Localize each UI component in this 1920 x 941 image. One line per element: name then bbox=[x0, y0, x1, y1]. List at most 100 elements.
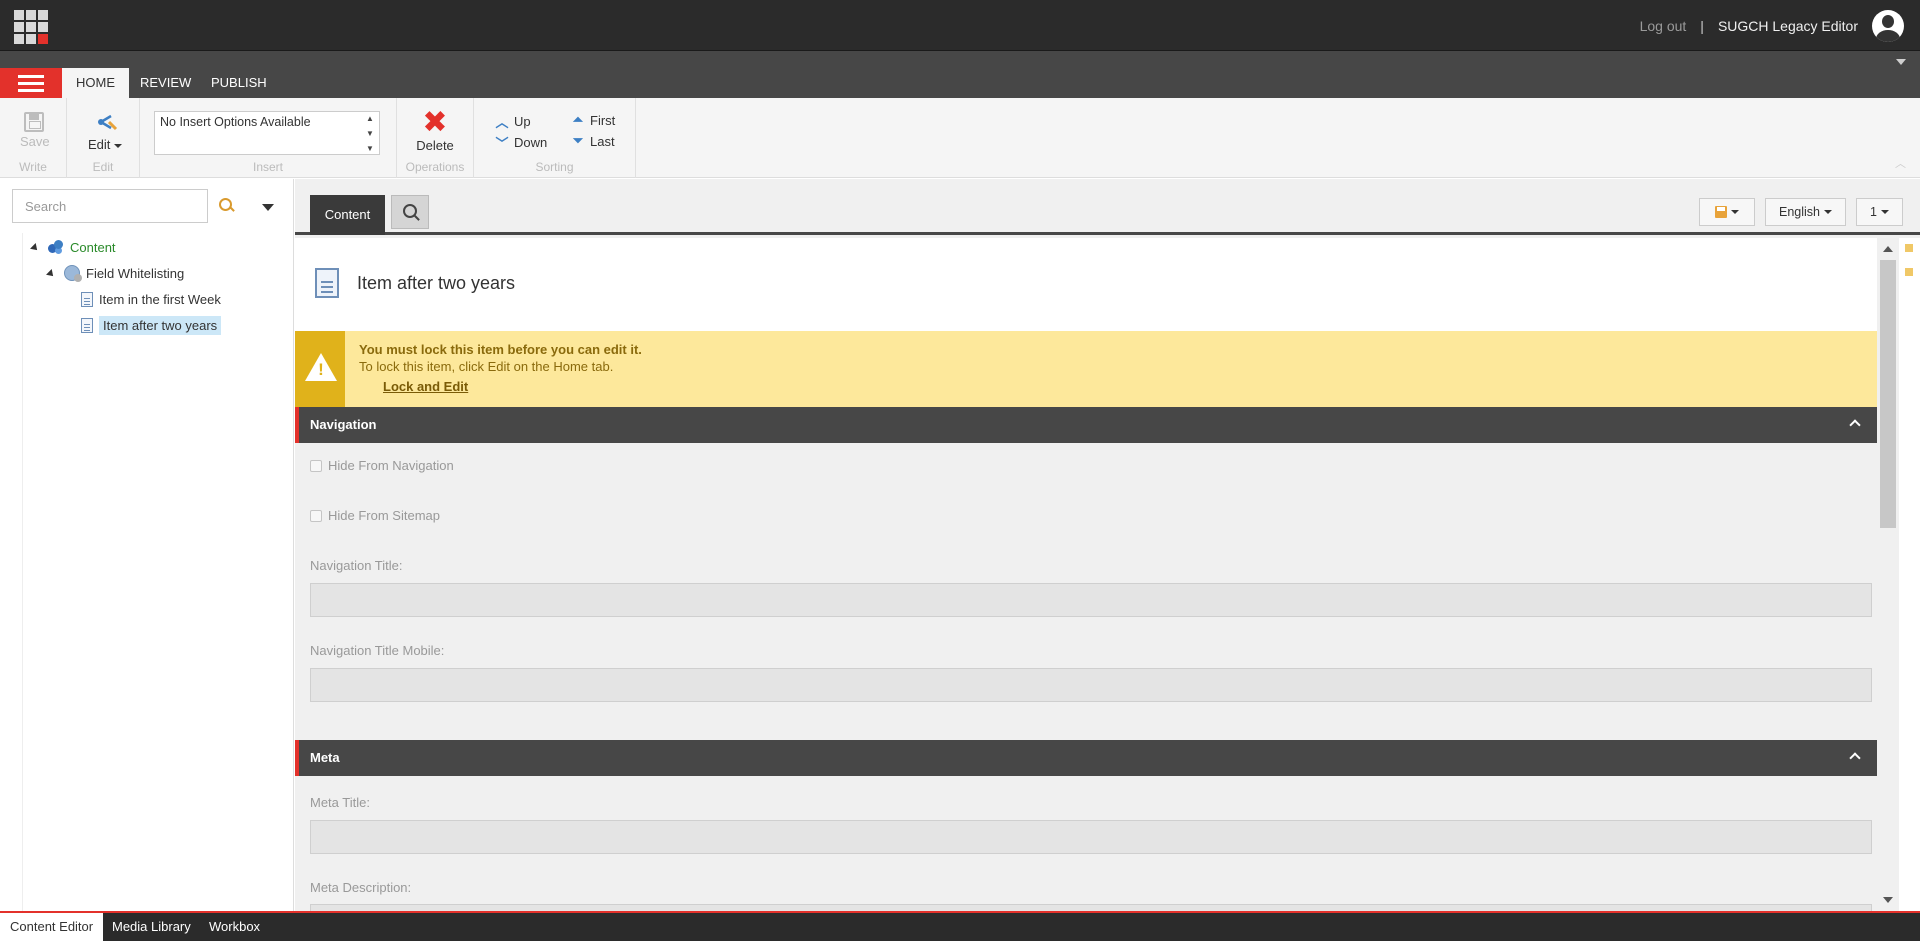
delete-button[interactable]: ✖ Delete bbox=[411, 106, 459, 154]
navigation-title-input[interactable] bbox=[310, 583, 1872, 617]
tree-node-label: Content bbox=[70, 239, 116, 255]
ribbon-group-sorting: ︿ Up ﹀ Down ⏶ First ⏷ Last Sorting bbox=[474, 98, 636, 178]
section-title: Meta bbox=[310, 750, 340, 765]
task-workbox[interactable]: Workbox bbox=[199, 913, 270, 941]
ribbon-group-operations: ✖ Delete Operations bbox=[397, 98, 474, 178]
document-icon bbox=[81, 291, 93, 307]
delete-icon: ✖ bbox=[422, 106, 448, 139]
warning-bar: ! bbox=[295, 331, 345, 407]
version-dropdown[interactable]: 1 bbox=[1856, 198, 1903, 226]
section-title: Navigation bbox=[310, 417, 377, 432]
content-editor: Content English 1 Item after two years !… bbox=[295, 179, 1920, 911]
expander-icon[interactable] bbox=[46, 269, 56, 279]
edit-label: Edit bbox=[85, 137, 125, 152]
tab-review[interactable]: REVIEW bbox=[126, 68, 205, 98]
operations-group-label: Operations bbox=[405, 160, 465, 174]
chevron-up-icon[interactable] bbox=[1849, 417, 1861, 429]
language-dropdown[interactable]: English bbox=[1765, 198, 1846, 226]
ribbon: Save Write Edit Edit No Insert Options A… bbox=[0, 98, 1920, 178]
version-label: 1 bbox=[1870, 205, 1877, 219]
item-header: Item after two years bbox=[295, 238, 1877, 331]
edit-button[interactable]: Edit bbox=[85, 112, 125, 152]
hide-from-navigation-field[interactable]: Hide From Navigation bbox=[310, 458, 454, 473]
ribbon-collapse-icon[interactable]: ︿ bbox=[1895, 155, 1906, 171]
scroll-down-icon[interactable] bbox=[1883, 897, 1893, 903]
lock-and-edit-link[interactable]: Lock and Edit bbox=[383, 379, 468, 394]
tree-node-label: Field Whitelisting bbox=[86, 265, 185, 281]
meta-title-label: Meta Title: bbox=[310, 795, 370, 810]
username: SUGCH Legacy Editor bbox=[1717, 17, 1858, 34]
meta-title-input[interactable] bbox=[310, 820, 1872, 854]
hide-from-sitemap-checkbox[interactable] bbox=[310, 509, 322, 522]
sort-first-button[interactable]: ⏶ First bbox=[571, 112, 615, 128]
top-bar: Log out | SUGCH Legacy Editor bbox=[0, 0, 1920, 51]
content-icon bbox=[48, 239, 64, 255]
sort-down-label: Down bbox=[514, 135, 548, 150]
tree-node-item-first-week[interactable]: Item in the first Week bbox=[81, 288, 221, 310]
avatar-icon[interactable] bbox=[1872, 9, 1904, 42]
chevron-up-icon: ︿ bbox=[495, 115, 509, 130]
task-content-editor[interactable]: Content Editor bbox=[0, 913, 104, 941]
tree-node-item-after-two-years[interactable]: Item after two years bbox=[77, 314, 222, 336]
checkbox-label: Hide From Sitemap bbox=[328, 508, 440, 523]
scroll-more-icon[interactable]: ▼ bbox=[366, 145, 374, 153]
tree-node-label: Item after two years bbox=[99, 315, 222, 335]
sort-up-label: Up bbox=[514, 114, 531, 129]
tree-divider bbox=[22, 233, 23, 911]
sort-up-button[interactable]: ︿ Up bbox=[495, 112, 531, 131]
ribbon-group-insert: No Insert Options Available ▲ ▼ ▼ Insert bbox=[140, 98, 397, 178]
tab-content[interactable]: Content bbox=[310, 195, 385, 235]
expander-icon[interactable] bbox=[30, 243, 40, 253]
scroll-up-icon[interactable]: ▲ bbox=[366, 115, 374, 123]
content-tree-panel: Content Field Whitelisting Item in the f… bbox=[0, 179, 294, 911]
validation-marker[interactable] bbox=[1905, 268, 1913, 276]
tree-node-content[interactable]: Content bbox=[48, 236, 116, 258]
save-label: Save bbox=[20, 134, 50, 149]
insert-scroll[interactable]: ▲ ▼ ▼ bbox=[365, 115, 375, 153]
sort-last-button[interactable]: ⏷ Last bbox=[571, 133, 615, 149]
editor-body: Item after two years ! You must lock thi… bbox=[295, 238, 1877, 911]
tab-publish[interactable]: PUBLISH bbox=[197, 68, 281, 98]
insert-group-label: Insert bbox=[252, 160, 283, 174]
menu-icon[interactable] bbox=[0, 68, 62, 98]
sorting-group-label: Sorting bbox=[535, 160, 574, 174]
save-button[interactable]: Save bbox=[20, 112, 50, 149]
validation-gutter bbox=[1899, 238, 1920, 911]
navigation-title-mobile-label: Navigation Title Mobile: bbox=[310, 643, 445, 658]
document-icon bbox=[315, 268, 339, 298]
editor-search-icon[interactable] bbox=[391, 195, 429, 229]
section-meta-header[interactable]: Meta bbox=[295, 740, 1877, 776]
section-navigation-header[interactable]: Navigation bbox=[295, 407, 1877, 443]
lock-warning: ! You must lock this item before you can… bbox=[295, 331, 1877, 407]
hide-from-sitemap-field[interactable]: Hide From Sitemap bbox=[310, 508, 440, 523]
ribbon-toggle-icon[interactable] bbox=[1896, 59, 1906, 65]
chevron-up-icon[interactable] bbox=[1849, 750, 1861, 762]
sort-last-label: Last bbox=[590, 133, 615, 149]
scroll-down-icon[interactable]: ▼ bbox=[366, 130, 374, 138]
warning-title: You must lock this item before you can e… bbox=[359, 342, 642, 357]
hide-from-navigation-checkbox[interactable] bbox=[310, 459, 322, 472]
scroll-thumb[interactable] bbox=[1880, 260, 1896, 528]
editor-scrollbar[interactable] bbox=[1877, 238, 1899, 911]
tree-search bbox=[12, 189, 208, 223]
ribbon-tab-row: HOME REVIEW PUBLISH bbox=[0, 51, 1920, 98]
validation-marker[interactable] bbox=[1905, 244, 1913, 252]
tab-home[interactable]: HOME bbox=[62, 68, 129, 98]
sort-first-label: First bbox=[590, 112, 616, 128]
search-options-dropdown-icon[interactable] bbox=[262, 204, 274, 211]
version-menu-button[interactable] bbox=[1699, 198, 1755, 226]
navigation-title-mobile-input[interactable] bbox=[310, 668, 1872, 702]
globe-icon bbox=[64, 265, 82, 282]
launchpad-icon[interactable] bbox=[14, 10, 48, 44]
insert-options-list[interactable]: No Insert Options Available ▲ ▼ ▼ bbox=[154, 111, 380, 155]
tree-search-input[interactable] bbox=[13, 190, 207, 222]
scroll-up-icon[interactable] bbox=[1883, 246, 1893, 252]
task-media-library[interactable]: Media Library bbox=[102, 913, 201, 941]
tree-node-field-whitelisting[interactable]: Field Whitelisting bbox=[64, 262, 184, 284]
search-icon[interactable] bbox=[218, 197, 236, 215]
ribbon-group-write: Save Write bbox=[0, 98, 67, 178]
logout-link[interactable]: Log out bbox=[1640, 18, 1687, 34]
item-title: Item after two years bbox=[357, 273, 516, 293]
meta-description-input[interactable] bbox=[310, 904, 1872, 911]
sort-down-button[interactable]: ﹀ Down bbox=[495, 133, 547, 152]
